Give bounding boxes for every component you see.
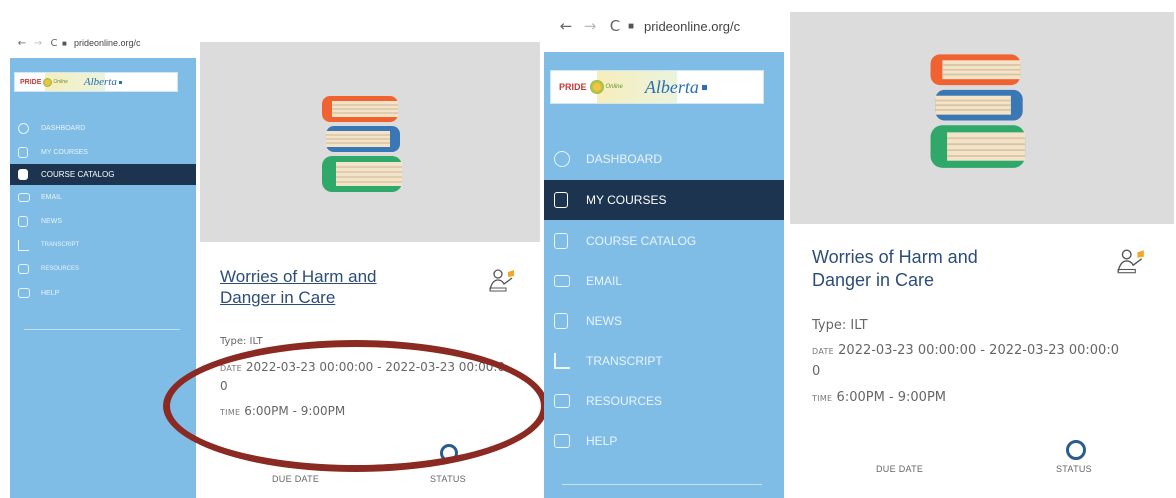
url-text[interactable]: prideonline.org/c [74,38,141,48]
my-courses-icon [554,192,568,208]
sidebar-item-dashboard[interactable]: DASHBOARD [544,138,784,180]
menu-divider [24,329,180,330]
sidebar-item-label: COURSE CATALOG [586,233,697,248]
sidebar-item-help[interactable]: HELP [10,281,196,305]
news-icon [554,313,568,329]
course-date-wrap: 0 [812,364,821,379]
course-type: Type: ILT [220,336,263,347]
sidebar-item-label: COURSE CATALOG [41,170,115,179]
forward-icon[interactable]: → [578,17,602,35]
sidebar-item-label: MY COURSES [586,193,667,207]
logo: PRIDE Online Alberta [14,72,178,92]
sidebar-item-news[interactable]: NEWS [544,301,784,341]
logo: PRIDE Online Alberta [550,70,764,104]
help-icon [554,434,570,448]
trainer-icon [1117,249,1144,274]
browser-bar: ← → C ■ prideonline.org/c [10,30,196,58]
browser-bar: ← → C ■ prideonline.org/c [544,0,784,52]
books-icon [322,96,402,192]
sidebar-item-transcript[interactable]: TRANSCRIPT [10,233,196,257]
sidebar-item-course-catalog[interactable]: COURSE CATALOG [10,164,196,185]
course-date: DATE 2022-03-23 00:00:00 - 2022-03-23 00… [812,343,1119,358]
sidebar-item-label: DASHBOARD [586,152,663,166]
status-label: STATUS [1056,464,1092,474]
sidebar-item-resources[interactable]: RESOURCES [544,381,784,421]
news-icon [18,215,28,227]
resources-icon [554,394,570,408]
sidebar-item-dashboard[interactable]: DASHBOARD [10,116,196,140]
panel-sidebar-large: ← → C ■ prideonline.org/c PRIDE Online A… [544,0,784,498]
due-date-label: DUE DATE [876,464,924,474]
course-type: Type: ILT [812,318,868,333]
due-date-label: DUE DATE [272,474,320,484]
sidebar: PRIDE Online Alberta DASHBOARD MY COURSE… [10,58,196,498]
course-time: TIME 6:00PM - 9:00PM [812,390,946,405]
course-image [200,42,540,242]
sidebar-item-course-catalog[interactable]: COURSE CATALOG [544,220,784,261]
reload-icon[interactable]: C [602,17,628,35]
sidebar-item-label: TRANSCRIPT [41,242,80,248]
sidebar-item-label: TRANSCRIPT [586,354,663,368]
sidebar-item-my-courses[interactable]: MY COURSES [544,180,784,220]
sidebar-item-label: DASHBOARD [41,124,86,132]
sidebar-item-label: EMAIL [586,274,623,288]
annotation-circle [163,340,548,472]
lock-icon: ■ [62,38,67,48]
menu-divider [562,484,762,485]
sidebar-item-label: NEWS [41,217,62,225]
sidebar-item-my-courses[interactable]: MY COURSES [10,140,196,164]
sidebar-item-email[interactable]: EMAIL [10,185,196,209]
resources-icon [18,264,29,274]
status-indicator [1066,440,1086,460]
sidebar-item-resources[interactable]: RESOURCES [10,257,196,281]
email-icon [554,275,570,287]
books-icon [930,54,1026,168]
sidebar-item-label: EMAIL [41,193,63,201]
forward-icon[interactable]: → [30,38,46,49]
sidebar-item-label: RESOURCES [41,266,80,272]
status-label: STATUS [430,474,466,484]
sidebar-item-label: NEWS [586,314,622,328]
sidebar-item-label: HELP [586,434,618,448]
url-text[interactable]: prideonline.org/c [644,19,740,34]
dashboard-icon [18,122,29,134]
course-card: Worries of Harm and Danger in Care Type:… [790,12,1174,498]
transcript-icon [18,239,29,251]
help-icon [18,288,30,298]
transcript-icon [554,353,570,369]
back-icon[interactable]: ← [554,17,578,35]
sidebar-menu: DASHBOARD MY COURSES COURSE CATALOG EMAI… [10,116,196,305]
email-icon [18,192,30,202]
reload-icon[interactable]: C [46,38,62,49]
course-catalog-icon [18,169,28,180]
sidebar-menu: DASHBOARD MY COURSES COURSE CATALOG EMAI… [544,138,784,461]
sidebar-item-email[interactable]: EMAIL [544,261,784,301]
back-icon[interactable]: ← [14,38,30,49]
dashboard-icon [554,151,570,167]
lock-icon: ■ [628,20,635,32]
course-catalog-icon [554,232,568,249]
sidebar-item-label: MY COURSES [41,148,88,156]
course-image [790,12,1174,224]
my-courses-icon [18,146,28,158]
panel-sidebar-small: ← → C ■ prideonline.org/c PRIDE Online A… [10,30,196,498]
sidebar-item-help[interactable]: HELP [544,421,784,461]
trainer-icon [489,269,514,292]
sidebar-item-transcript[interactable]: TRANSCRIPT [544,341,784,381]
sidebar: PRIDE Online Alberta DASHBOARD MY COURSE… [544,52,784,498]
course-title-link[interactable]: Worries of Harm and Danger in Care [220,266,460,309]
course-title-link[interactable]: Worries of Harm and Danger in Care [812,246,1072,291]
sidebar-item-label: HELP [41,289,60,297]
sidebar-item-news[interactable]: NEWS [10,209,196,233]
sidebar-item-label: RESOURCES [586,394,663,408]
